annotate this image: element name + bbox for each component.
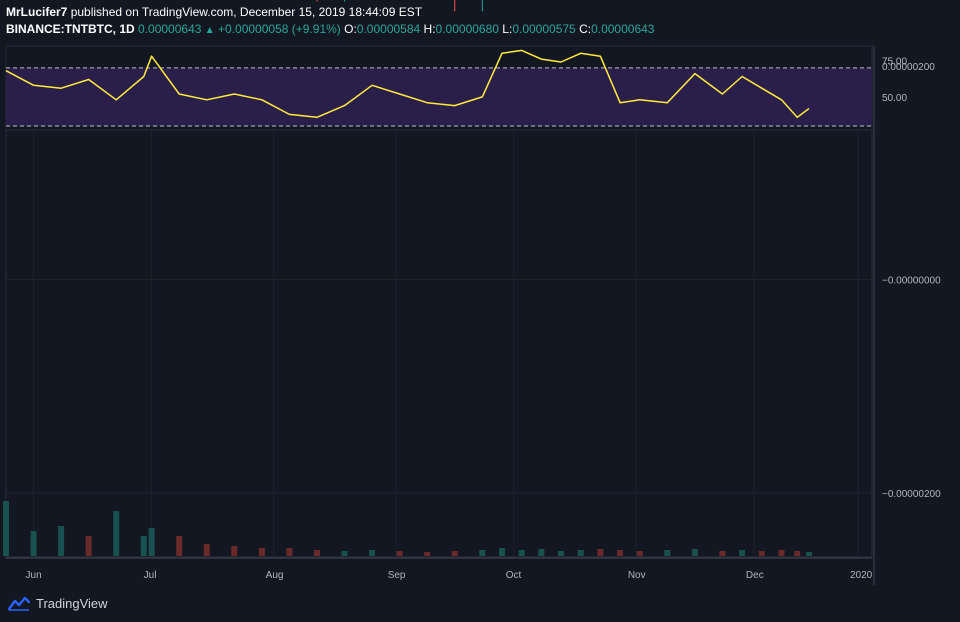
- time-tick-label: 2020: [850, 570, 873, 581]
- volume-bar: [577, 550, 584, 556]
- price-tick-label: 0.00000200: [882, 62, 935, 73]
- volume-bar: [176, 536, 183, 556]
- time-tick-label: Aug: [266, 570, 284, 581]
- volume-bar: [538, 549, 545, 556]
- volume-bar: [58, 526, 65, 556]
- volume-bar: [85, 536, 92, 556]
- volume-bar: [231, 546, 238, 556]
- volume-bar: [558, 551, 565, 556]
- volume-bar: [258, 548, 265, 556]
- time-tick-label: Sep: [388, 570, 406, 581]
- volume-bar: [778, 550, 785, 556]
- volume-bar: [30, 531, 37, 556]
- price-tick-label: −0.00000200: [882, 489, 941, 500]
- time-tick-label: Nov: [628, 570, 646, 581]
- volume-bar: [3, 501, 9, 556]
- volume-bar: [758, 551, 765, 556]
- volume-bar: [518, 550, 525, 556]
- volume-bar: [806, 552, 813, 556]
- volume-bar: [286, 548, 293, 556]
- volume-bar: [113, 511, 120, 556]
- volume-bar: [424, 552, 431, 556]
- time-tick-label: Dec: [746, 570, 764, 581]
- volume-bar: [739, 550, 746, 556]
- chart-canvas[interactable]: 75.0050.000.000014000.000012000.00001000…: [0, 0, 960, 622]
- volume-bar: [140, 536, 147, 556]
- volume-bar: [498, 548, 505, 556]
- volume-bar: [617, 550, 624, 556]
- volume-bar: [479, 550, 486, 556]
- volume-bar: [313, 550, 320, 556]
- brand-name: TradingView: [36, 596, 108, 611]
- time-tick-label: Jul: [144, 570, 157, 581]
- volume-bar: [636, 551, 643, 556]
- volume-bar: [396, 551, 403, 556]
- volume-bar: [691, 549, 698, 556]
- volume-bar: [369, 550, 376, 556]
- volume-bar: [203, 544, 210, 556]
- time-tick-label: Jun: [26, 570, 42, 581]
- price-tick-label: −0.00000000: [882, 275, 941, 286]
- rsi-tick-label: 50.00: [882, 93, 907, 104]
- tradingview-brand[interactable]: TradingView: [8, 596, 108, 611]
- tradingview-logo-icon: [8, 596, 30, 611]
- volume-bar: [794, 551, 801, 556]
- time-tick-label: Oct: [506, 570, 522, 581]
- volume-bar: [341, 551, 348, 556]
- volume-bar: [148, 528, 155, 556]
- volume-bar: [664, 550, 671, 556]
- volume-bar: [719, 551, 726, 556]
- volume-bar: [597, 549, 604, 556]
- volume-bar: [451, 551, 458, 556]
